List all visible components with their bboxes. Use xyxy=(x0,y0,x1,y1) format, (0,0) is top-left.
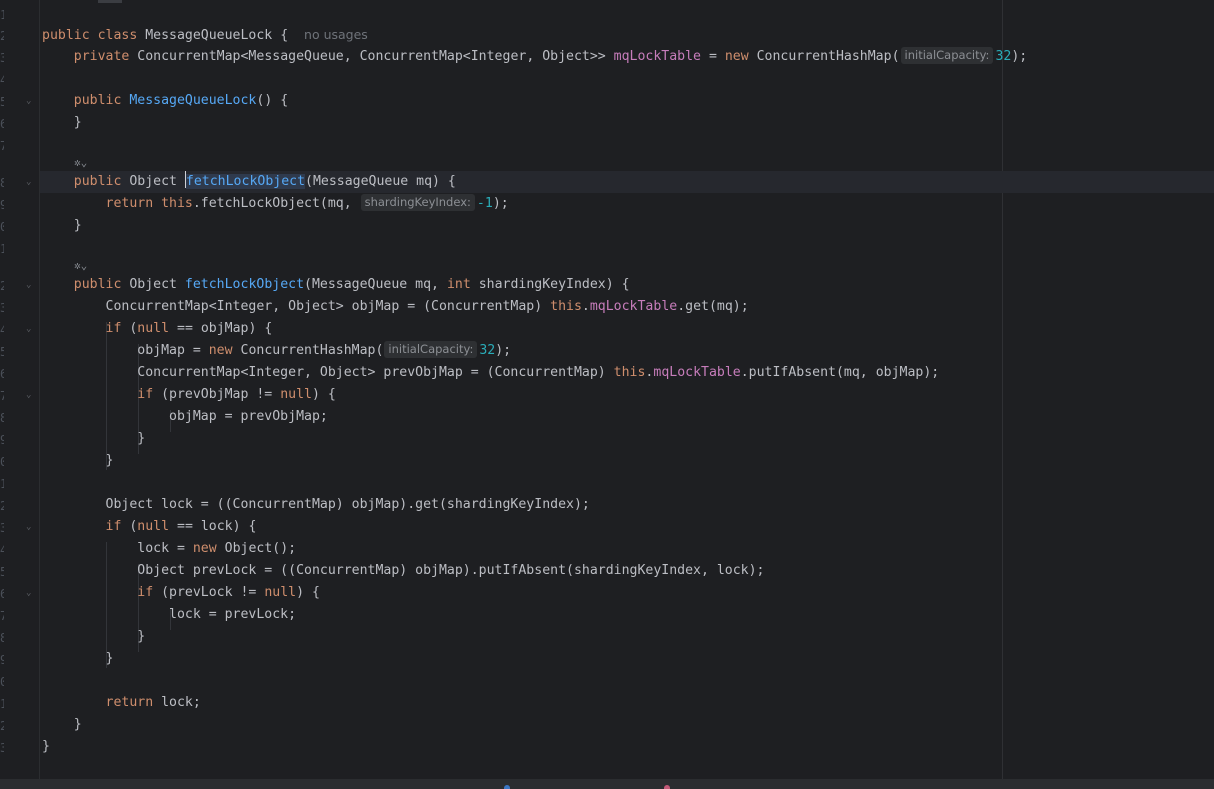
code-line: return this.fetchLockObject(mq, sharding… xyxy=(42,194,509,211)
parameter-hint: initialCapacity: xyxy=(384,341,478,358)
line-number: 1 xyxy=(0,697,4,711)
selected-method-name[interactable]: fetchLockObject xyxy=(185,174,306,189)
line-number: 4 xyxy=(0,323,4,337)
code-line: ConcurrentMap<Integer, Object> prevObjMa… xyxy=(42,365,940,380)
status-indicator-icon[interactable] xyxy=(504,785,510,789)
code-line: private ConcurrentMap<MessageQueue, Conc… xyxy=(42,47,1028,64)
line-number: 4 xyxy=(0,73,4,87)
fold-icon[interactable]: ⌄ xyxy=(26,324,36,334)
ai-assistant-icon[interactable]: ✲⌄ xyxy=(74,259,96,273)
line-number: 9 xyxy=(0,653,4,667)
code-line: if (null == objMap) { xyxy=(42,321,273,336)
code-line: public MessageQueueLock() { xyxy=(42,93,289,108)
line-number: 8 xyxy=(0,176,4,190)
status-indicator-icon[interactable] xyxy=(664,785,670,789)
code-line: } xyxy=(42,651,114,666)
line-number: 0 xyxy=(0,675,4,689)
line-number: 0 xyxy=(0,455,4,469)
line-number: 5 xyxy=(0,565,4,579)
scroll-tab-marker xyxy=(98,0,122,3)
parameter-hint: shardingKeyIndex: xyxy=(360,194,475,211)
code-line: } xyxy=(42,453,114,468)
line-number: 6 xyxy=(0,367,4,381)
status-bar xyxy=(0,779,1214,789)
line-number: 6 xyxy=(0,587,4,601)
line-number: 2 xyxy=(0,279,4,293)
code-line: if (null == lock) { xyxy=(42,519,257,534)
line-number: 2 xyxy=(0,29,4,43)
code-line: lock = new Object(); xyxy=(42,541,297,556)
code-line: public class MessageQueueLock { no usage… xyxy=(42,27,368,43)
code-line: objMap = new ConcurrentHashMap(initialCa… xyxy=(42,341,512,358)
code-line: public Object fetchLockObject(MessageQue… xyxy=(42,277,630,292)
line-number: 8 xyxy=(0,411,4,425)
fold-icon[interactable]: ⌄ xyxy=(26,390,36,400)
code-line: ConcurrentMap<Integer, Object> objMap = … xyxy=(42,299,749,314)
line-number: 7 xyxy=(0,609,4,623)
line-number: 3 xyxy=(0,741,4,755)
usages-hint[interactable]: no usages xyxy=(304,27,368,42)
code-line: lock = prevLock; xyxy=(42,607,297,622)
code-line: } xyxy=(42,629,146,644)
code-line: } xyxy=(42,431,146,446)
code-line: } xyxy=(42,717,82,732)
parameter-hint: initialCapacity: xyxy=(900,47,994,64)
line-number: 5 xyxy=(0,345,4,359)
line-number: 1 xyxy=(0,242,4,256)
line-number: 1 xyxy=(0,477,4,491)
fold-icon[interactable]: ⌄ xyxy=(26,522,36,532)
fold-icon[interactable]: ⌄ xyxy=(26,177,36,187)
gutter-separator xyxy=(39,0,40,779)
code-line: objMap = prevObjMap; xyxy=(42,409,328,424)
line-number: 8 xyxy=(0,631,4,645)
code-line: Object lock = ((ConcurrentMap) objMap).g… xyxy=(42,497,590,512)
code-line: if (prevLock != null) { xyxy=(42,585,320,600)
line-number: 5 xyxy=(0,95,4,109)
code-line: } xyxy=(42,739,50,754)
code-line: } xyxy=(42,218,82,233)
line-number: 3 xyxy=(0,51,4,65)
code-line: return lock; xyxy=(42,695,201,710)
line-number: 1 xyxy=(0,8,4,22)
line-number: 7 xyxy=(0,139,4,153)
line-number: 2 xyxy=(0,719,4,733)
line-number: 0 xyxy=(0,220,4,234)
code-line: if (prevObjMap != null) { xyxy=(42,387,336,402)
line-number: 9 xyxy=(0,433,4,447)
fold-icon[interactable]: ⌄ xyxy=(26,588,36,598)
ai-assistant-icon[interactable]: ✲⌄ xyxy=(74,156,96,170)
line-number: 2 xyxy=(0,499,4,513)
fold-icon[interactable]: ⌄ xyxy=(26,96,36,106)
code-line: public Object fetchLockObject(MessageQue… xyxy=(42,171,456,193)
code-line: Object prevLock = ((ConcurrentMap) objMa… xyxy=(42,563,765,578)
line-number: 7 xyxy=(0,389,4,403)
fold-icon[interactable]: ⌄ xyxy=(26,280,36,290)
line-number: 4 xyxy=(0,543,4,557)
right-margin-guide xyxy=(1002,0,1003,779)
code-line: } xyxy=(42,115,82,130)
line-number: 3 xyxy=(0,521,4,535)
line-number: 6 xyxy=(0,117,4,131)
line-number: 9 xyxy=(0,198,4,212)
line-number: 3 xyxy=(0,301,4,315)
